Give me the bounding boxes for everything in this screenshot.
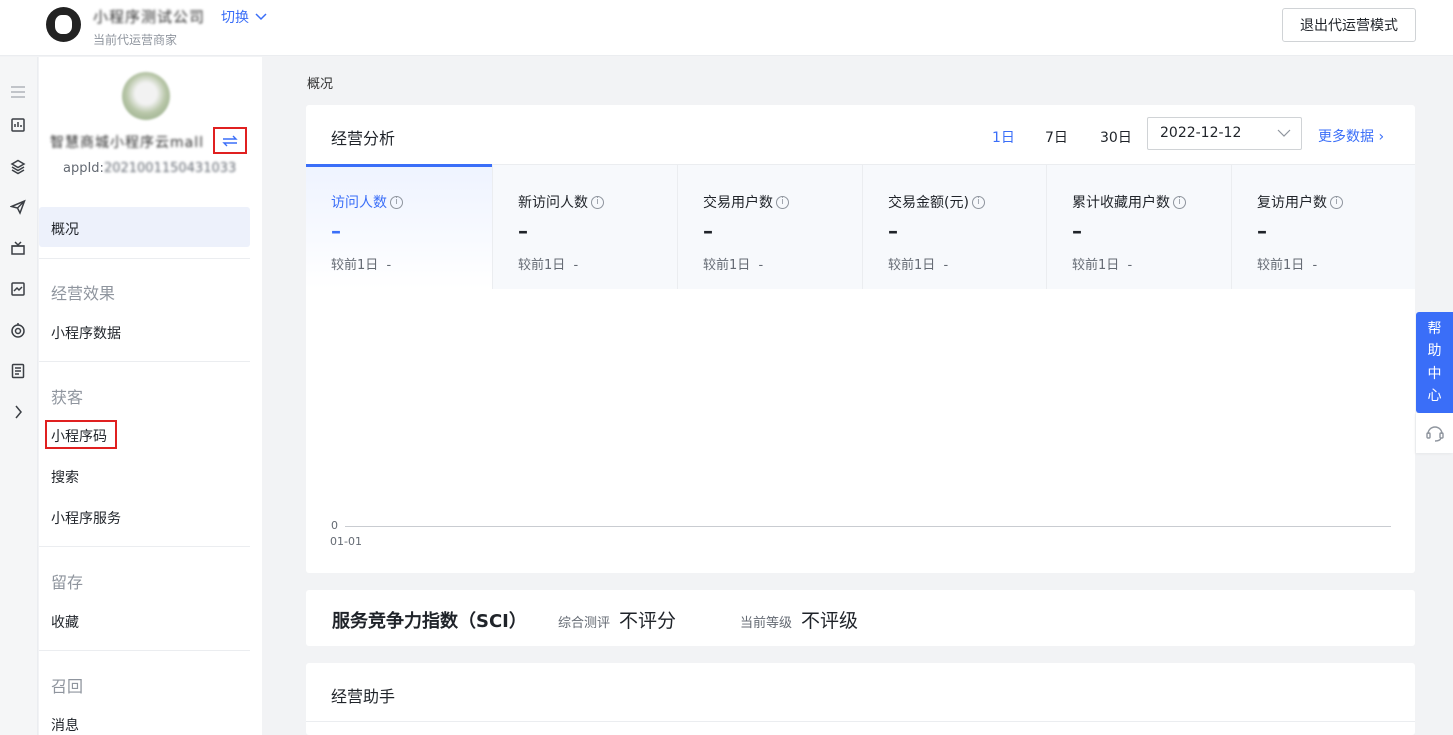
metric-compare: 较前1日 - [888, 258, 949, 273]
chevron-right-icon[interactable] [9, 403, 27, 421]
chart-icon[interactable] [9, 116, 27, 134]
assistant-title: 经营助手 [331, 687, 396, 706]
send-icon[interactable] [9, 198, 27, 216]
metric-returning-users[interactable]: 复访用户数 i – 较前1日 - [1231, 165, 1415, 289]
nav-item-miniapp-data[interactable]: 小程序数据 [51, 323, 121, 343]
card-divider [306, 721, 1415, 722]
gift-icon[interactable] [9, 239, 27, 257]
trend-icon[interactable] [9, 280, 27, 298]
metric-trading-users[interactable]: 交易用户数 i – 较前1日 - [677, 165, 862, 289]
info-icon: i [1173, 195, 1186, 209]
sci-level-label: 当前等级 [740, 616, 793, 631]
icon-rail [0, 57, 38, 735]
sci-card: 服务竞争力指数（SCI） 综合测评 不评分 当前等级 不评级 [306, 590, 1415, 646]
metric-new-visitors[interactable]: 新访问人数 i – 较前1日 - [492, 165, 677, 289]
date-value: 2022-12-12 [1160, 125, 1242, 141]
sci-title: 服务竞争力指数（SCI） [332, 611, 527, 632]
nav-divider [39, 361, 250, 362]
metric-compare: 较前1日 - [703, 258, 764, 273]
exit-agent-mode-button[interactable]: 退出代运营模式 [1282, 8, 1416, 42]
metric-compare: 较前1日 - [518, 258, 579, 273]
info-icon: i [1330, 195, 1343, 209]
nav-item-overview[interactable]: 概况 [51, 219, 79, 239]
date-picker[interactable]: 2022-12-12 [1147, 117, 1302, 150]
breadcrumb: 概况 [307, 77, 334, 92]
nav-group-retention: 留存 [51, 573, 84, 592]
nav-divider [39, 650, 250, 651]
period-1d[interactable]: 1日 [992, 127, 1015, 147]
nav-item-favorites[interactable]: 收藏 [51, 612, 79, 632]
metric-visitors[interactable]: 访问人数 i – 较前1日 - [306, 164, 492, 289]
sci-eval-label: 综合测评 [558, 616, 611, 631]
period-30d[interactable]: 30日 [1100, 127, 1132, 147]
app-id: appId:2021001150431033 [63, 161, 237, 176]
chart-y-tick: 0 [331, 519, 338, 532]
business-analysis-card: 经营分析 1日 7日 30日 2022-12-12 更多数据 › 访问人数 i –… [306, 105, 1415, 573]
merchant-name: 小程序测试公司 [93, 8, 206, 26]
document-icon[interactable] [9, 362, 27, 380]
merchant-avatar [46, 7, 81, 42]
sci-eval-value: 不评分 [619, 610, 677, 632]
business-analysis-title: 经营分析 [331, 129, 396, 148]
nav-item-messages[interactable]: 消息 [51, 715, 79, 735]
swap-app-icon[interactable] [213, 127, 247, 154]
highlight-box [45, 420, 117, 449]
switch-merchant-link[interactable]: 切换 [221, 7, 267, 27]
app-name: 智慧商城小程序云mall [50, 135, 204, 151]
nav-item-miniapp-service[interactable]: 小程序服务 [51, 508, 121, 528]
nav-group-recall: 召回 [51, 677, 84, 696]
menu-icon[interactable] [9, 83, 27, 101]
metric-compare: 较前1日 - [1072, 258, 1133, 273]
more-data-link[interactable]: 更多数据 › [1318, 126, 1384, 146]
metrics-row: 访问人数 i – 较前1日 - 新访问人数 i – 较前1日 - 交易用户数 i – … [306, 164, 1415, 289]
metric-trading-amount[interactable]: 交易金额(元) i – 较前1日 - [862, 165, 1046, 289]
nav-item-search[interactable]: 搜索 [51, 467, 79, 487]
cube-icon[interactable] [9, 158, 27, 176]
merchant-subtitle: 当前代运营商家 [93, 33, 178, 47]
nav-divider [39, 546, 250, 547]
target-icon[interactable] [9, 321, 27, 339]
switch-label: 切换 [221, 10, 249, 26]
help-center-button[interactable]: 帮 助 中 心 [1416, 312, 1453, 413]
chart-x-tick: 01-01 [330, 535, 362, 548]
chevron-down-icon [1277, 129, 1291, 137]
info-icon: i [776, 195, 789, 209]
metric-favorite-users[interactable]: 累计收藏用户数 i – 较前1日 - [1046, 165, 1231, 289]
metric-value: – [888, 219, 898, 243]
metric-value: – [331, 219, 341, 243]
metric-compare: 较前1日 - [331, 258, 392, 273]
metric-value: – [703, 219, 713, 243]
chevron-down-icon [255, 13, 267, 21]
sidebar: 智慧商城小程序云mall appId:2021001150431033 概况 经… [39, 57, 262, 735]
headset-icon [1425, 426, 1444, 442]
nav-group-business-effect: 经营效果 [51, 284, 116, 303]
metric-value: – [518, 219, 528, 243]
nav-divider [39, 258, 250, 259]
info-icon: i [971, 195, 985, 209]
info-icon: i [591, 195, 604, 209]
chevron-right-icon: › [1378, 129, 1385, 145]
top-bar: 小程序测试公司 切换 当前代运营商家 退出代运营模式 [0, 0, 1453, 56]
nav-group-acquisition: 获客 [51, 388, 84, 407]
period-7d[interactable]: 7日 [1045, 127, 1068, 147]
assistant-card: 经营助手 [306, 663, 1415, 735]
app-avatar [122, 72, 170, 120]
sci-level-value: 不评级 [801, 610, 859, 632]
metric-value: – [1257, 219, 1267, 243]
info-icon: i [390, 195, 403, 209]
customer-service-button[interactable] [1416, 413, 1453, 453]
metric-value: – [1072, 219, 1082, 243]
metric-compare: 较前1日 - [1257, 258, 1318, 273]
chart-x-axis [345, 526, 1391, 527]
